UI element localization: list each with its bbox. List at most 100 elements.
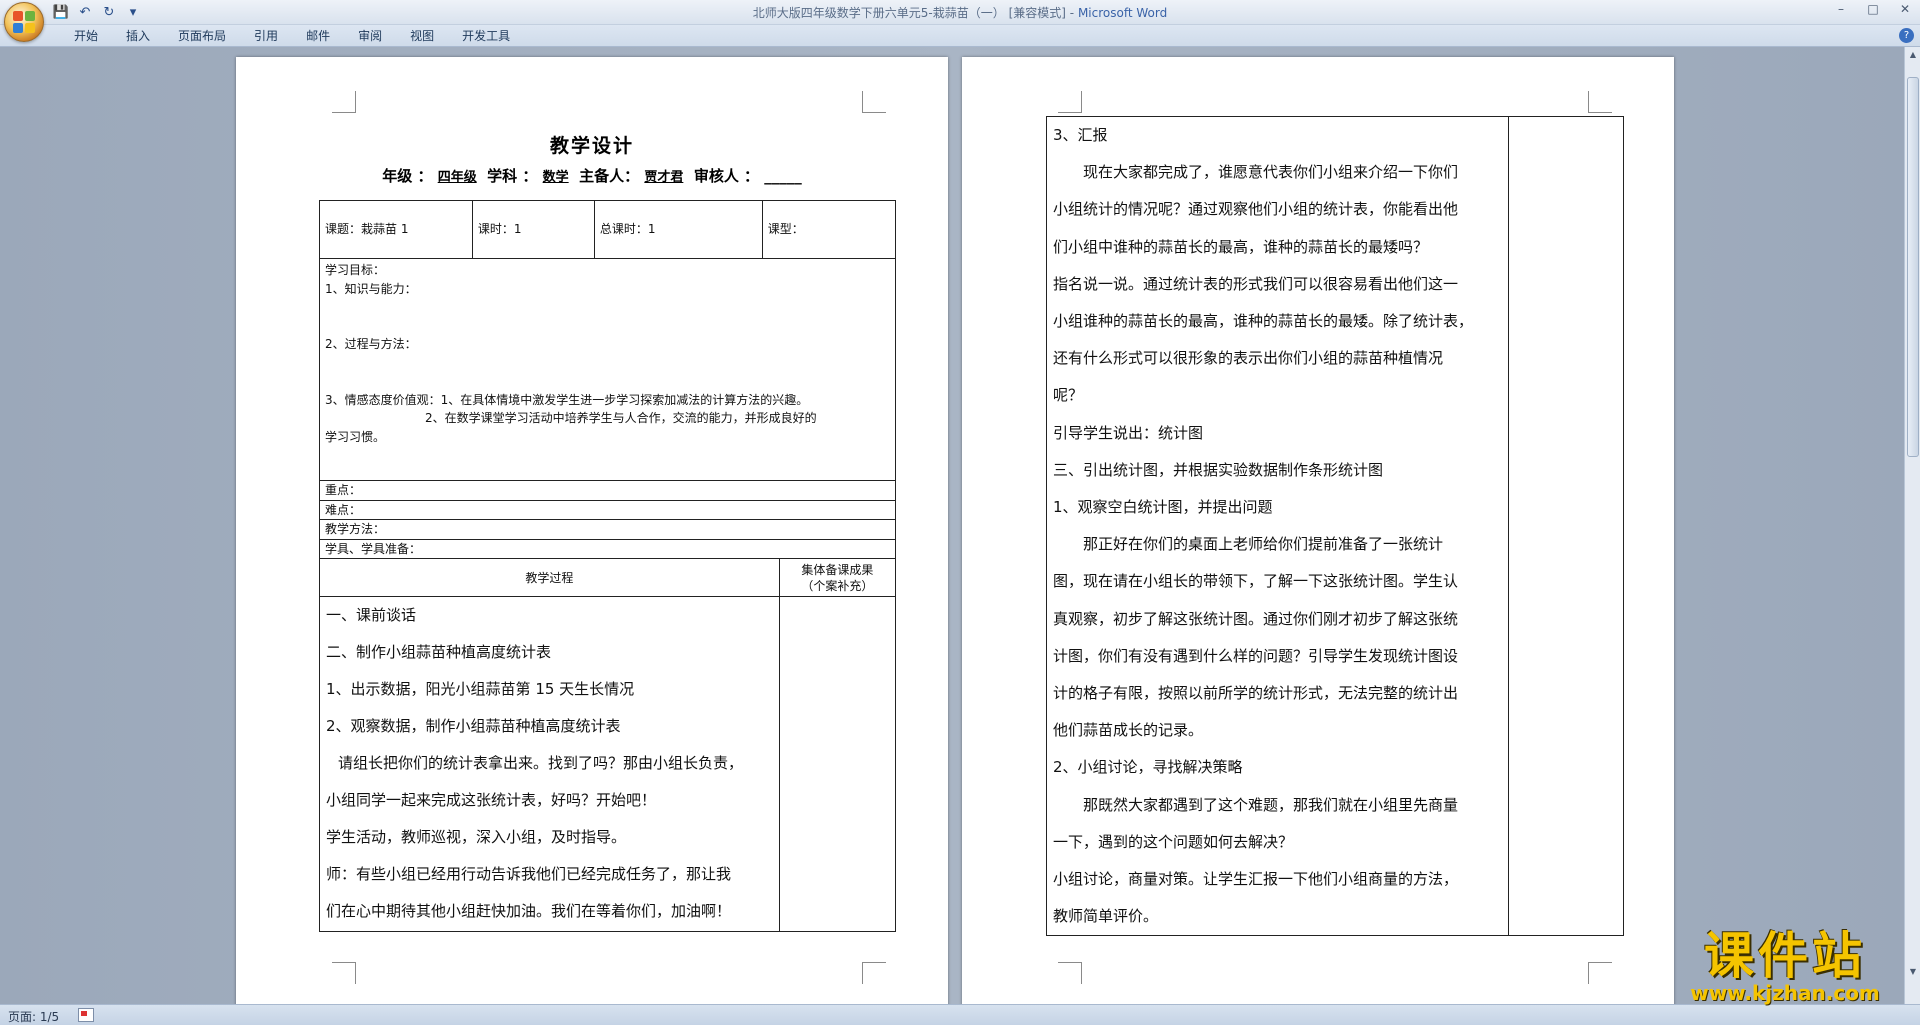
hours-text: 课时：1 [477,222,522,237]
process-line: 一下，遇到的这个问题如何去解决？ [1053,832,1294,851]
vertical-scrollbar[interactable]: ▲ ▼ [1904,47,1920,1004]
process-header: 教学过程 [525,570,574,585]
process-line: 他们蒜苗成长的记录。 [1053,721,1204,740]
crop-mark [862,962,886,984]
document-workspace: 教学设计 年级 ： 四年级 学科 ： 数学 主备人： 贾才君 审核人 ： ___… [0,47,1904,1004]
process-line: 2、观察数据，制作小组蒜苗种植高度统计表 [326,717,621,736]
lesson-plan-table-continued: 3、汇报 现在大家都完成了，谁愿意代表你们小组来介绍一下你们 小组统计的情况呢？… [1046,115,1625,937]
compat-mode: [兼容模式] [1008,6,1066,20]
tab-developer[interactable]: 开发工具 [448,28,524,44]
title-bar: 💾 ↶ ↻ ▾ 北师大版四年级数学下册六单元5-栽蒜苗（一） [兼容模式] - … [0,0,1920,42]
process-header-cell[interactable]: 教学过程 [319,558,780,598]
collective-body-cell[interactable] [1507,115,1625,937]
key-point-cell[interactable]: 重点： [319,480,896,501]
crop-mark [332,962,356,984]
hours-cell[interactable]: 课时：1 [471,200,595,259]
crop-mark [1588,91,1612,113]
process-line: 真观察，初步了解这张统计图。通过你们刚才初步了解这张统 [1053,609,1459,628]
window-title: 北师大版四年级数学下册六单元5-栽蒜苗（一） [兼容模式] - Microsof… [0,4,1920,21]
app-name: Microsoft Word [1077,6,1168,20]
title-separator: - [1069,6,1075,20]
lesson-plan-table: 课题：栽蒜苗 1 课时：1 总课时：1 课型： 学习目标： 1、知识与能力： 2… [319,200,897,933]
goal-process: 2、过程与方法： [325,337,417,352]
ribbon-tab-bar: 开始 插入 页面布局 引用 邮件 审阅 视图 开发工具 ? [0,25,1920,47]
collective-header-note: （个案补充） [801,578,874,593]
watermark-url: www.kjzhan.com [1690,981,1880,1005]
tab-mailings[interactable]: 邮件 [292,28,344,44]
process-line: 3、汇报 [1053,126,1108,144]
process-line: 还有什么形式可以很形象的表示出你们小组的蒜苗种植情况 [1053,349,1444,368]
maximize-button[interactable]: □ [1864,2,1882,16]
reviewer-value: _____ [764,167,802,185]
crop-mark [1058,962,1082,984]
process-line: 师：有些小组已经用行动告诉我他们已经完成任务了，那让我 [326,865,732,884]
scroll-down-icon[interactable]: ▼ [1907,966,1919,978]
process-line: 小组谁种的蒜苗长的最高，谁种的蒜苗长的最矮。除了统计表， [1053,312,1474,331]
process-line: 那既然大家都遇到了这个难题，那我们就在小组里先商量 [1083,795,1459,814]
tab-references[interactable]: 引用 [240,28,292,44]
page-count[interactable]: 页面: 1/5 [8,1008,59,1025]
collective-body-cell[interactable] [778,596,897,933]
grade-label: 年级 ： [382,167,433,185]
key-point-label: 重点： [325,483,362,497]
reviewer-label: 审核人 ： [693,167,760,185]
crop-mark [1058,91,1082,113]
crop-mark [862,91,886,113]
tab-review[interactable]: 审阅 [344,28,396,44]
document-name: 北师大版四年级数学下册六单元5-栽蒜苗（一） [752,6,1005,20]
goals-cell[interactable]: 学习目标： 1、知识与能力： 2、过程与方法： 3、情感态度价值观：1、在具体情… [319,258,896,481]
process-line: 2、小组讨论，寻找解决策略 [1053,758,1243,777]
goal-attitude-2: 2、在数学课堂学习活动中培养学生与人合作，交流的能力，并形成良好的 [425,411,817,426]
preparer-value: 贾才君 [644,170,684,185]
process-line: 学生活动，教师巡视，深入小组，及时指导。 [326,828,627,847]
proofing-icon[interactable] [78,1008,94,1022]
office-button[interactable] [4,2,44,42]
subject-value: 数学 [542,170,569,185]
page-1[interactable]: 教学设计 年级 ： 四年级 学科 ： 数学 主备人： 贾才君 审核人 ： ___… [236,57,948,1004]
goal-attitude-3: 学习习惯。 [325,429,386,444]
collective-header-cell[interactable]: 集体备课成果 （个案补充） [778,558,897,598]
tab-home[interactable]: 开始 [60,28,112,44]
collective-header: 集体备课成果 [801,562,874,577]
goal-attitude: 3、情感态度价值观：1、在具体情境中激发学生进一步学习探索加减法的计算方法的兴趣… [325,392,809,407]
process-line: 小组讨论，商量对策。让学生汇报一下他们小组商量的方法， [1053,870,1459,889]
close-button[interactable]: ✕ [1896,2,1914,16]
tab-page-layout[interactable]: 页面布局 [164,28,240,44]
type-cell[interactable]: 课型： [761,200,897,259]
scrollbar-thumb[interactable] [1907,77,1919,457]
process-line: 计的格子有限，按照以前所学的统计形式，无法完整的统计出 [1053,684,1459,703]
process-line: 们小组中谁种的蒜苗长的最高，谁种的蒜苗长的最矮吗？ [1053,237,1429,256]
process-line: 小组同学一起来完成这张统计表，好吗？开始吧！ [326,791,657,810]
process-line: 一、课前谈话 [326,606,417,625]
scroll-up-icon[interactable]: ▲ [1907,49,1919,61]
process-line: 1、出示数据，阳光小组蒜苗第 15 天生长情况 [326,680,635,699]
office-logo-icon [13,11,35,33]
tools-cell[interactable]: 学具、学具准备： [319,538,896,560]
tab-insert[interactable]: 插入 [112,28,164,44]
preparer-label: 主备人： [579,167,640,185]
process-body-cell[interactable]: 3、汇报 现在大家都完成了，谁愿意代表你们小组来介绍一下你们 小组统计的情况呢？… [1046,115,1509,937]
process-line: 二、制作小组蒜苗种植高度统计表 [326,643,552,662]
total-hours-text: 总课时：1 [599,222,656,237]
window-controls: – □ ✕ [1832,2,1914,16]
goal-knowledge: 1、知识与能力： [325,281,417,296]
method-label: 教学方法： [325,522,386,537]
method-cell[interactable]: 教学方法： [319,519,896,540]
process-body-cell[interactable]: 一、课前谈话 二、制作小组蒜苗种植高度统计表 1、出示数据，阳光小组蒜苗第 15… [319,596,780,933]
process-line: 图，现在请在小组长的带领下，了解一下这张统计图。学生认 [1053,572,1459,591]
topic-cell[interactable]: 课题：栽蒜苗 1 [319,200,473,259]
total-hours-cell[interactable]: 总课时：1 [593,200,763,259]
minimize-button[interactable]: – [1832,2,1850,16]
process-line: 现在大家都完成了，谁愿意代表你们小组来介绍一下你们 [1083,163,1459,182]
process-line: 们在心中期待其他小组赶快加油。我们在等着你们，加油啊！ [326,902,732,921]
process-line: 引导学生说出：统计图 [1053,423,1204,442]
site-watermark: 课件站 www.kjzhan.com [1670,930,1900,1004]
process-line: 指名说一说。通过统计表的形式我们可以很容易看出他们这一 [1053,274,1459,293]
tools-label: 学具、学具准备： [325,541,422,556]
difficulty-cell[interactable]: 难点： [319,499,896,521]
tab-view[interactable]: 视图 [396,28,448,44]
page-2[interactable]: 3、汇报 现在大家都完成了，谁愿意代表你们小组来介绍一下你们 小组统计的情况呢？… [962,57,1674,1004]
process-line: 计图，你们有没有遇到什么样的问题？引导学生发现统计图设 [1053,646,1459,665]
help-icon[interactable]: ? [1899,28,1914,43]
status-bar: 页面: 1/5 [0,1004,1920,1025]
